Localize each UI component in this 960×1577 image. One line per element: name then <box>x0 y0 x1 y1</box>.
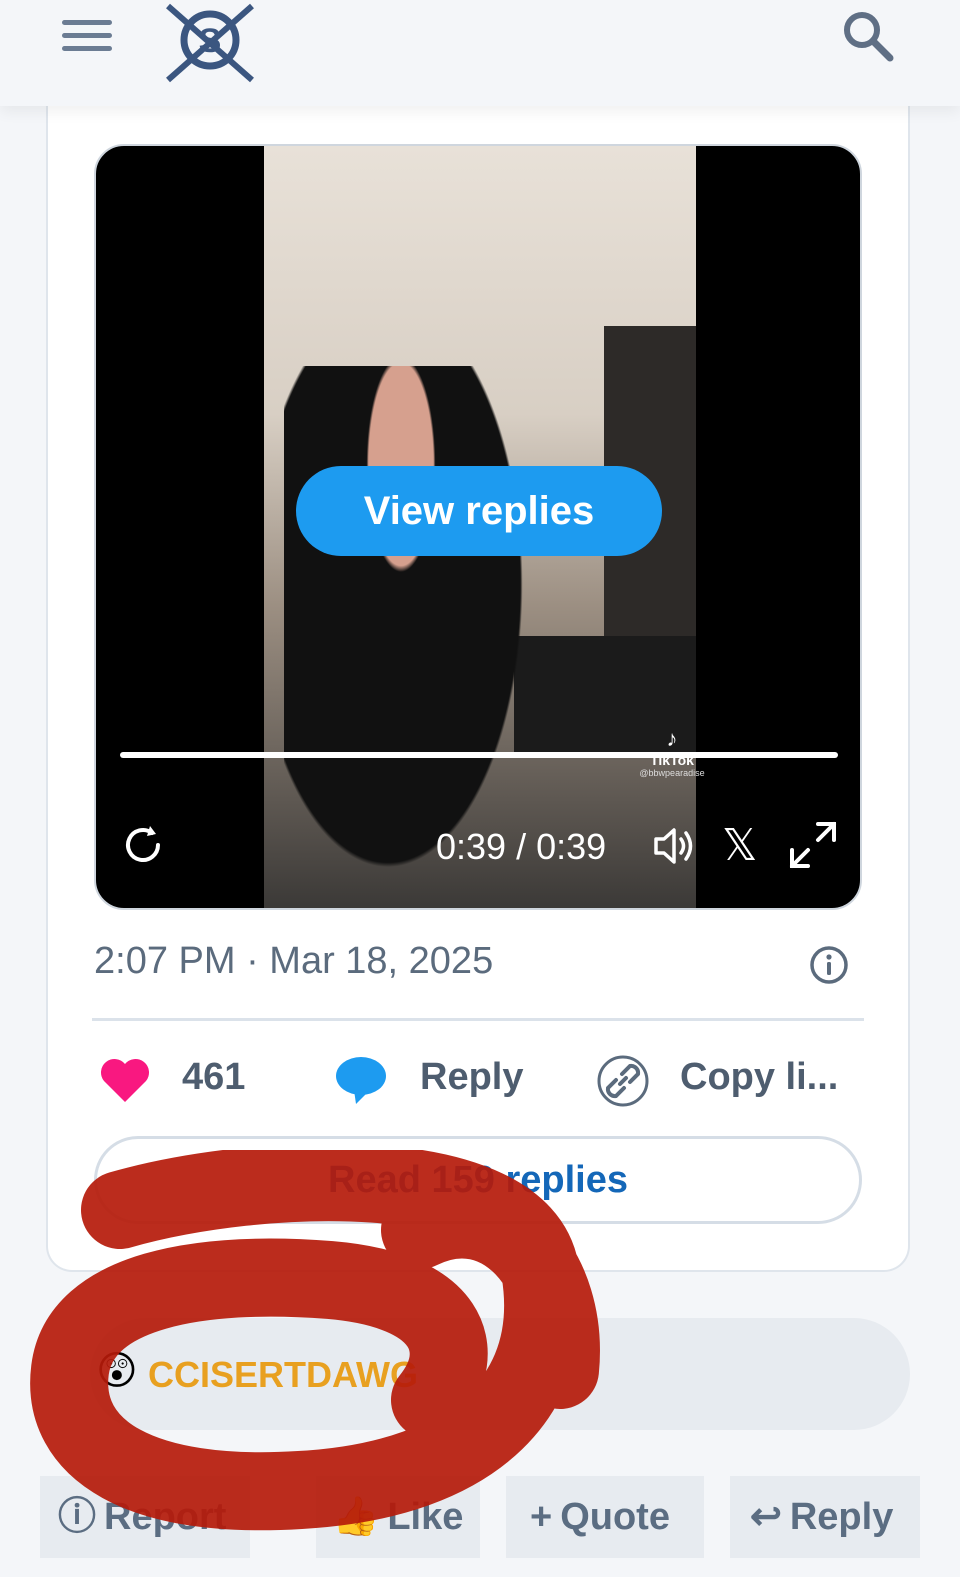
video-progress-bar[interactable] <box>120 752 838 758</box>
site-logo-icon[interactable]: S <box>160 0 260 86</box>
video-player[interactable]: ♪ TikTok @bbwpearadise View replies 0:39… <box>94 144 862 910</box>
read-replies-button[interactable]: Read 159 replies <box>94 1136 862 1224</box>
link-icon[interactable] <box>596 1054 650 1108</box>
video-time: 0:39 / 0:39 <box>436 826 607 867</box>
tiktok-note-icon: ♪ <box>666 726 678 751</box>
plus-icon: + <box>530 1496 553 1538</box>
top-bar: S <box>0 0 960 106</box>
user-info-bar: 😲 CCISERTDAWG <box>90 1318 910 1430</box>
svg-text:S: S <box>199 22 222 60</box>
reply-bubble-icon[interactable] <box>334 1054 388 1106</box>
heart-icon[interactable] <box>98 1056 152 1104</box>
likes-count: 461 <box>182 1056 246 1098</box>
copy-link-action[interactable]: Copy li... <box>680 1056 838 1099</box>
like-button[interactable]: 👍 Like <box>316 1476 480 1558</box>
quote-label: Quote <box>560 1496 670 1538</box>
report-label: Report <box>104 1496 227 1538</box>
username-link[interactable]: CCISERTDAWG <box>148 1354 418 1396</box>
tiktok-handle: @bbwpearadise <box>639 768 705 778</box>
user-emoji: 😲 <box>96 1348 138 1394</box>
quote-button[interactable]: + Quote <box>506 1476 704 1558</box>
reply-arrow-icon: ↩ <box>750 1496 782 1538</box>
reply-button[interactable]: ↩ Reply <box>730 1476 920 1558</box>
hamburger-menu-icon[interactable] <box>62 20 112 56</box>
thumbs-up-icon: 👍 <box>332 1496 380 1538</box>
post-timestamp[interactable]: 2:07 PM · Mar 18, 2025 <box>94 940 493 983</box>
x-logo-icon[interactable]: 𝕏 <box>722 824 766 868</box>
volume-icon[interactable] <box>652 824 698 868</box>
info-icon[interactable] <box>808 944 850 986</box>
fullscreen-icon[interactable] <box>788 820 838 870</box>
report-icon: ⓘ <box>58 1496 97 1538</box>
view-replies-button[interactable]: View replies <box>296 466 662 556</box>
report-button[interactable]: ⓘ Report <box>40 1476 250 1558</box>
reply-action[interactable]: Reply <box>420 1056 523 1099</box>
search-icon[interactable] <box>840 8 896 64</box>
post-actions: 461 Reply Copy li... <box>94 1050 864 1110</box>
replay-icon[interactable] <box>120 822 166 868</box>
like-label: Like <box>387 1496 464 1538</box>
divider <box>92 1018 864 1021</box>
reply-label: Reply <box>789 1496 894 1538</box>
